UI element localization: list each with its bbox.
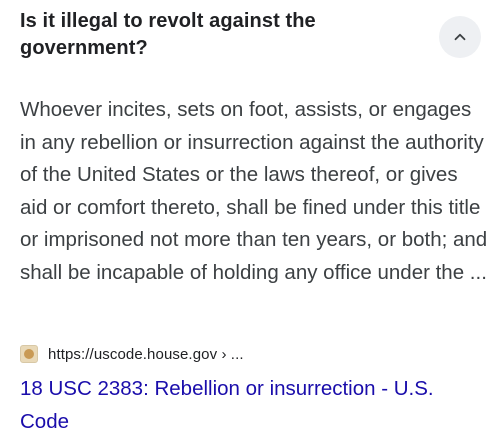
question-header[interactable]: Is it illegal to revolt against the gove…	[20, 8, 420, 62]
question-title[interactable]: Is it illegal to revolt against the gove…	[20, 8, 420, 62]
source-citation[interactable]: https://uscode.house.gov › ...	[20, 344, 244, 364]
chevron-up-icon	[454, 33, 466, 41]
site-favicon-icon	[20, 345, 38, 363]
answer-snippet: Whoever incites, sets on foot, assists, …	[20, 98, 488, 284]
source-url[interactable]: https://uscode.house.gov › ...	[48, 346, 244, 363]
collapse-button[interactable]	[439, 16, 481, 58]
result-title-link[interactable]: 18 USC 2383: Rebellion or insurrection -…	[20, 372, 460, 438]
